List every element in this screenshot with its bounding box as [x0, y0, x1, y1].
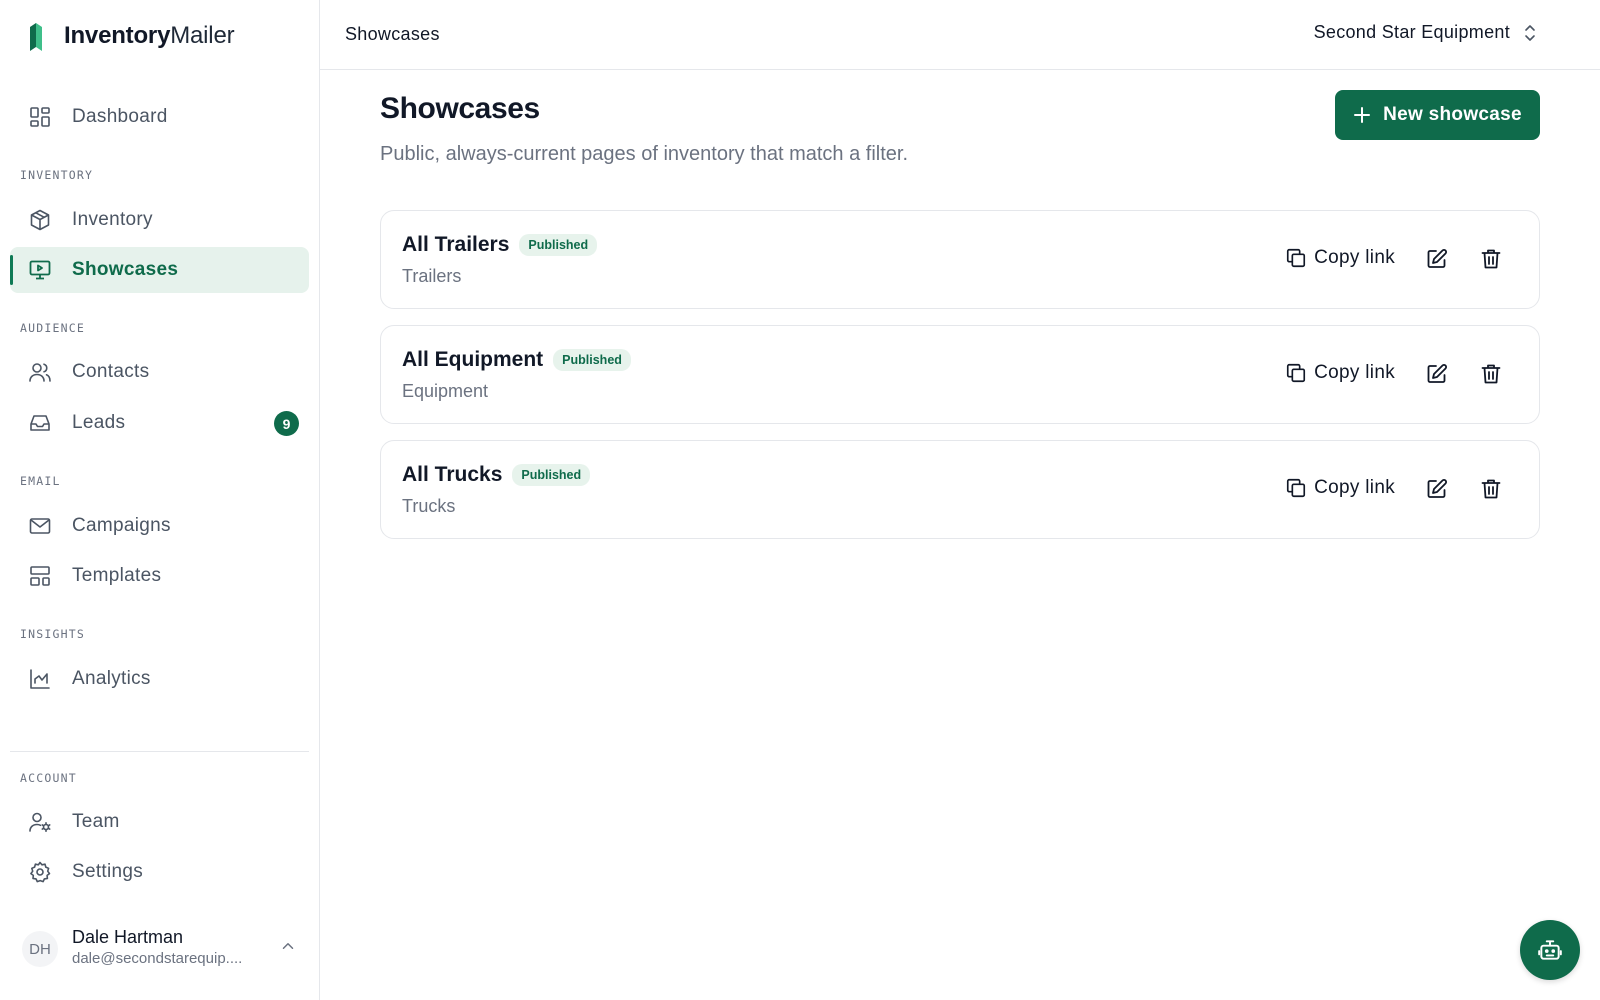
showcase-category: Trailers: [402, 266, 462, 286]
edit-icon[interactable]: [1425, 477, 1449, 501]
trash-icon[interactable]: [1479, 477, 1503, 501]
users-icon: [28, 360, 52, 384]
copy-link-label: Copy link: [1314, 477, 1395, 498]
section-label-email: EMAIL: [20, 474, 61, 488]
showcase-header: All Trailers Published: [402, 233, 598, 257]
topbar: Showcases Second Star Equipment: [320, 0, 1600, 70]
copy-icon: [1287, 248, 1306, 268]
section-label-inventory: INVENTORY: [20, 168, 94, 182]
sidebar-item-settings[interactable]: Settings: [10, 849, 309, 895]
showcase-card[interactable]: All Trucks Published Trucks Copy link: [380, 440, 1540, 539]
user-menu[interactable]: DH Dale Hartman dale@secondstarequip....: [10, 925, 309, 985]
bot-icon: [1538, 940, 1562, 960]
sidebar-item-analytics[interactable]: Analytics: [10, 656, 309, 702]
sidebar-item-contacts[interactable]: Contacts: [10, 349, 309, 395]
inbox-icon: [28, 411, 52, 435]
new-showcase-label: New showcase: [1383, 104, 1522, 125]
copy-link-button[interactable]: Copy link: [1285, 477, 1395, 499]
section-label-insights: INSIGHTS: [20, 627, 85, 641]
user-email: dale@secondstarequip....: [72, 950, 243, 967]
copy-link-button[interactable]: Copy link: [1285, 247, 1395, 269]
edit-icon[interactable]: [1425, 247, 1449, 271]
status-badge: Published: [519, 234, 598, 256]
sidebar-item-label: Dashboard: [72, 106, 168, 127]
gear-icon: [28, 860, 52, 884]
sidebar-item-label: Team: [72, 811, 120, 832]
dashboard-icon: [28, 105, 52, 129]
chevron-up-icon: [279, 937, 297, 955]
avatar: DH: [22, 931, 58, 967]
sidebar-item-label: Contacts: [72, 361, 150, 382]
sidebar-item-label: Showcases: [72, 259, 179, 280]
assistant-button[interactable]: [1520, 920, 1580, 980]
showcase-header: All Equipment Published: [402, 348, 631, 372]
status-badge: Published: [512, 464, 591, 486]
sidebar-item-label: Inventory: [72, 209, 153, 230]
copy-icon: [1287, 363, 1306, 383]
sidebar: InventoryMailer Dashboard INVENTORY Inve…: [0, 0, 320, 1000]
showcase-title: All Trucks: [402, 463, 503, 486]
trash-icon[interactable]: [1479, 362, 1503, 386]
showcase-header: All Trucks Published: [402, 463, 591, 487]
edit-icon[interactable]: [1425, 362, 1449, 386]
sidebar-item-leads[interactable]: Leads 9: [10, 400, 309, 446]
showcase-category: Trucks: [402, 496, 456, 516]
trash-icon[interactable]: [1479, 247, 1503, 271]
sidebar-item-label: Leads: [72, 412, 126, 433]
plus-icon: [1354, 107, 1371, 123]
chart-icon: [28, 667, 52, 691]
sidebar-item-team[interactable]: Team: [10, 799, 309, 845]
showcase-title: All Trailers: [402, 233, 510, 256]
presentation-icon: [28, 258, 52, 282]
sidebar-item-dashboard[interactable]: Dashboard: [10, 94, 309, 140]
chevron-up-down-icon: [1522, 23, 1538, 43]
page-title: Showcases: [380, 92, 540, 125]
showcase-category: Equipment: [402, 381, 489, 401]
showcase-card[interactable]: All Equipment Published Equipment Copy l…: [380, 325, 1540, 424]
copy-link-label: Copy link: [1314, 362, 1395, 383]
mail-icon: [28, 514, 52, 538]
copy-link-button[interactable]: Copy link: [1285, 362, 1395, 384]
org-name: Second Star Equipment: [1313, 22, 1510, 42]
sidebar-item-label: Settings: [72, 861, 144, 882]
org-switcher[interactable]: Second Star Equipment: [1314, 22, 1538, 43]
breadcrumb: Showcases: [345, 24, 440, 44]
section-label-audience: AUDIENCE: [20, 321, 85, 335]
cube-icon: [28, 208, 52, 232]
sidebar-item-inventory[interactable]: Inventory: [10, 197, 309, 243]
showcase-title: All Equipment: [402, 348, 544, 371]
logo-icon: [28, 21, 44, 51]
section-label-account: ACCOUNT: [20, 771, 77, 785]
showcase-card[interactable]: All Trailers Published Trailers Copy lin…: [380, 210, 1540, 309]
leads-count-badge: 9: [274, 411, 299, 436]
sidebar-item-label: Campaigns: [72, 515, 171, 536]
sidebar-item-label: Templates: [72, 565, 162, 586]
brand-name: InventoryMailer: [64, 22, 235, 49]
sidebar-divider: [10, 751, 309, 752]
brand-logo-link[interactable]: InventoryMailer: [28, 20, 235, 52]
new-showcase-button[interactable]: New showcase: [1335, 90, 1540, 140]
status-badge: Published: [553, 349, 631, 371]
page-subtitle: Public, always-current pages of inventor…: [380, 143, 909, 165]
sidebar-item-templates[interactable]: Templates: [10, 553, 309, 599]
sidebar-item-label: Analytics: [72, 668, 151, 689]
user-cog-icon: [28, 810, 52, 834]
layout-icon: [28, 564, 52, 588]
copy-icon: [1287, 478, 1306, 498]
copy-link-label: Copy link: [1314, 247, 1395, 268]
sidebar-item-showcases[interactable]: Showcases: [10, 247, 309, 293]
sidebar-item-campaigns[interactable]: Campaigns: [10, 503, 309, 549]
user-name: Dale Hartman: [72, 927, 184, 947]
